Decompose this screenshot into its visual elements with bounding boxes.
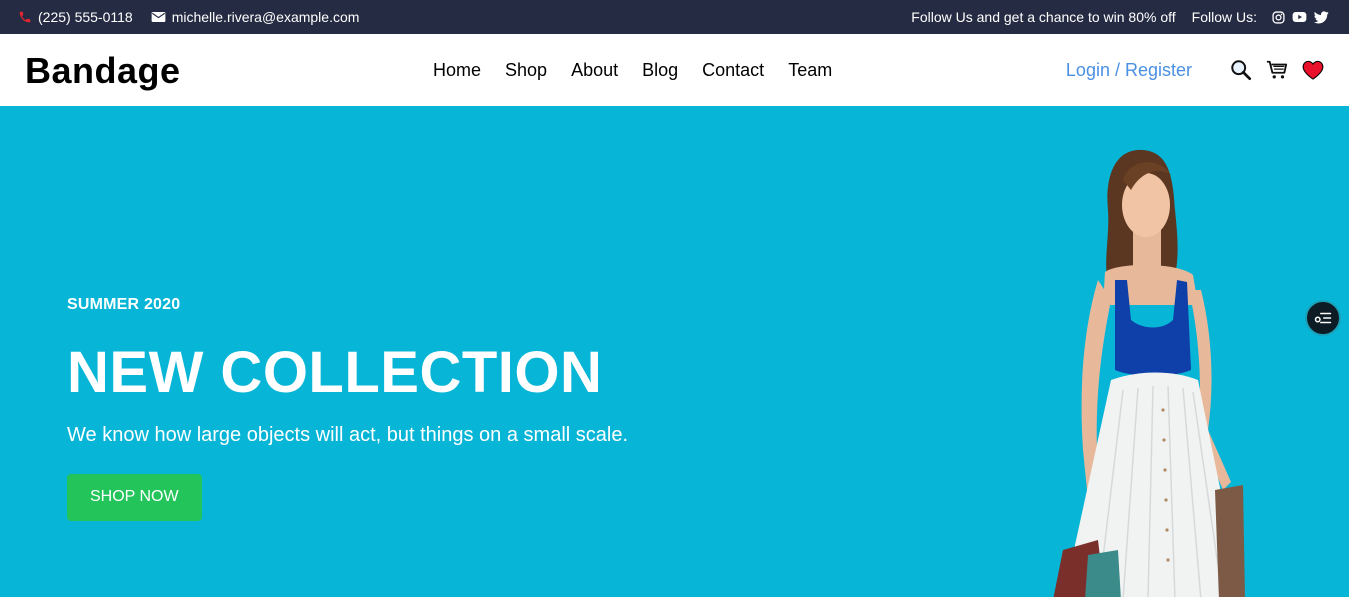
shop-now-button[interactable]: SHOP NOW: [67, 474, 202, 521]
email-icon: [151, 11, 166, 23]
search-icon[interactable]: [1230, 59, 1252, 81]
top-bar-contact: (225) 555-0118 michelle.rivera@example.c…: [18, 0, 377, 34]
hero-content: SUMMER 2020 NEW COLLECTION We know how l…: [67, 296, 628, 521]
login-register-link[interactable]: Login / Register: [1066, 60, 1192, 81]
nav-link-home[interactable]: Home: [433, 60, 481, 81]
instagram-icon[interactable]: [1272, 10, 1285, 24]
youtube-icon[interactable]: [1292, 11, 1307, 23]
follow-label: Follow Us:: [1191, 9, 1257, 25]
hero-model-image: [1053, 149, 1245, 597]
main-navbar: Bandage Home Shop About Blog Contact Tea…: [0, 34, 1349, 106]
hero-banner: SUMMER 2020 NEW COLLECTION We know how l…: [0, 106, 1349, 597]
phone-text: (225) 555-0118: [38, 9, 133, 25]
email-text: michelle.rivera@example.com: [171, 9, 360, 25]
phone-icon: [18, 10, 32, 24]
nav-link-blog[interactable]: Blog: [642, 60, 678, 81]
filter-list-icon: [1314, 310, 1332, 326]
nav-link-about[interactable]: About: [571, 60, 618, 81]
heart-icon[interactable]: [1302, 60, 1324, 80]
nav-actions: Login / Register: [1066, 34, 1324, 106]
phone-item[interactable]: (225) 555-0118: [18, 9, 133, 25]
nav-menu: Home Shop About Blog Contact Team: [433, 34, 856, 106]
top-bar: (225) 555-0118 michelle.rivera@example.c…: [0, 0, 1349, 34]
hero-headline: NEW COLLECTION: [67, 340, 603, 405]
hero-subtext: We know how large objects will act, but …: [67, 424, 629, 446]
floating-menu-button[interactable]: [1305, 300, 1341, 336]
nav-link-team[interactable]: Team: [788, 60, 832, 81]
hero-eyebrow: SUMMER 2020: [67, 296, 181, 313]
twitter-icon[interactable]: [1314, 10, 1329, 24]
top-bar-social: Follow Us and get a chance to win 80% of…: [911, 0, 1329, 34]
nav-link-shop[interactable]: Shop: [505, 60, 547, 81]
cart-icon[interactable]: [1266, 59, 1288, 81]
promo-text: Follow Us and get a chance to win 80% of…: [911, 9, 1176, 25]
email-item[interactable]: michelle.rivera@example.com: [151, 9, 360, 25]
brand-logo[interactable]: Bandage: [25, 50, 181, 92]
nav-link-contact[interactable]: Contact: [702, 60, 764, 81]
